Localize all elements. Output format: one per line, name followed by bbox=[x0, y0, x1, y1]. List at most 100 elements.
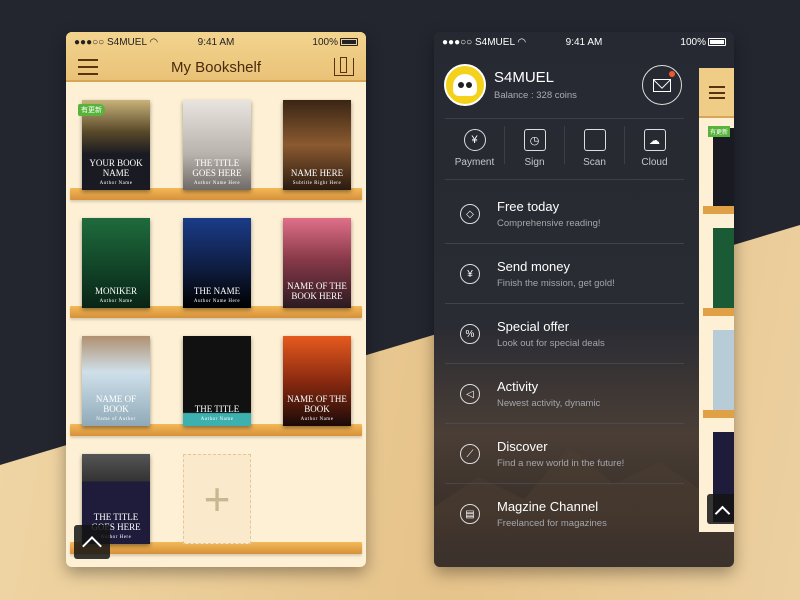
battery-icon bbox=[708, 37, 726, 46]
book-cover[interactable]: The Title Goes Here Author Name Here bbox=[183, 100, 251, 190]
scroll-top-button[interactable] bbox=[707, 494, 734, 524]
book-author: Author Name bbox=[99, 181, 133, 186]
quick-scan[interactable]: Scan bbox=[565, 126, 625, 168]
shelf-board bbox=[703, 410, 734, 418]
shelf: The Title Goes Here Author Here + bbox=[66, 436, 366, 554]
tag-icon: ◇ bbox=[460, 204, 480, 224]
mail-icon bbox=[653, 78, 671, 92]
battery-level: 100% bbox=[312, 36, 338, 48]
bookshelf-screen: ●●●○○ S4MUEL ◠ 9:41 AM 100% My Bookshelf… bbox=[66, 32, 366, 567]
battery-icon bbox=[340, 37, 358, 46]
page-title: My Bookshelf bbox=[170, 58, 262, 76]
menu-item-subtitle: Finish the mission, get gold! bbox=[497, 277, 615, 289]
money-bag-icon: ¥ bbox=[460, 264, 480, 284]
menu-item-title: Activity bbox=[497, 378, 539, 394]
calendar-clock-icon: ◷ bbox=[523, 129, 546, 151]
quick-cloud[interactable]: ☁ Cloud bbox=[625, 126, 684, 168]
book-author: Name of Author bbox=[96, 417, 136, 422]
ranking-icon[interactable] bbox=[333, 57, 354, 76]
add-book-button[interactable]: + bbox=[183, 454, 251, 544]
menu-item-title: Send money bbox=[497, 258, 570, 274]
percent-badge-icon: % bbox=[460, 324, 480, 344]
book-cover[interactable]: Name of Book Name of Author bbox=[82, 336, 150, 426]
menu-item-title: Magzine Channel bbox=[497, 499, 599, 514]
plus-icon: + bbox=[203, 473, 231, 525]
book-title: Your Book Name bbox=[89, 158, 143, 178]
book-cover[interactable]: The Title Author Name bbox=[183, 336, 251, 426]
book-title: The Title bbox=[194, 403, 240, 414]
book-title: Name Here bbox=[290, 167, 344, 178]
menu-screen: ●●●○○ S4MUEL ◠ 9:41 AM 100% 有更新 S4MUEL B… bbox=[434, 32, 734, 567]
menu-icon[interactable] bbox=[78, 59, 98, 75]
book-cover[interactable]: The Name Author Name Here bbox=[183, 218, 251, 308]
menu-item-discover[interactable]: ⟋ Discover Find a new world in the future! bbox=[445, 424, 684, 484]
balance: Balance : 328 coins bbox=[494, 90, 577, 101]
menu-item-subtitle: Newest activity, dynamic bbox=[497, 397, 601, 409]
update-badge: 有更新 bbox=[708, 126, 731, 137]
quick-label: Scan bbox=[583, 157, 606, 168]
menu-item-activity[interactable]: ◁ Activity Newest activity, dynamic bbox=[445, 364, 684, 424]
book-cover[interactable]: Moniker Author Name bbox=[82, 218, 150, 308]
menu-item-title: Free today bbox=[497, 198, 560, 214]
quick-label: Payment bbox=[454, 157, 495, 168]
book-cover bbox=[713, 228, 734, 308]
megaphone-icon: ◁ bbox=[460, 384, 480, 404]
menu-item-subtitle: Comprehensive reading! bbox=[497, 217, 601, 229]
book-author: Author Name Here bbox=[193, 181, 241, 186]
book-cover[interactable]: Name of the Book Here bbox=[283, 218, 351, 308]
quick-label: Cloud bbox=[641, 157, 668, 168]
shelf: Your Book Name Author Name The Title Goes … bbox=[66, 82, 366, 200]
profile[interactable]: S4MUEL Balance : 328 coins bbox=[444, 64, 577, 106]
status-bar: ●●●○○ S4MUEL ◠ 9:41 AM 100% bbox=[434, 32, 734, 52]
book-title: Name of Book bbox=[95, 394, 137, 414]
notification-dot bbox=[669, 71, 675, 77]
book-title: Moniker bbox=[95, 285, 137, 296]
scroll-top-button[interactable] bbox=[74, 525, 110, 559]
book-title: The Name bbox=[193, 285, 241, 296]
avatar[interactable] bbox=[444, 64, 486, 106]
book-cover bbox=[713, 330, 734, 410]
username: S4MUEL bbox=[494, 69, 555, 86]
book-title: The Title Goes Here bbox=[192, 158, 242, 178]
skull-icon bbox=[453, 74, 477, 96]
divider bbox=[445, 179, 684, 180]
signal-icon: ●●●○○ bbox=[442, 36, 473, 48]
book-cover[interactable]: Name Here Subtitle Right Here bbox=[283, 100, 351, 190]
status-bar: ●●●○○ S4MUEL ◠ 9:41 AM 100% bbox=[66, 32, 366, 52]
shelf: Moniker Author Name The Name Author Name He… bbox=[66, 200, 366, 318]
book-cover bbox=[713, 128, 734, 208]
menu-item-send-money[interactable]: ¥ Send money Finish the mission, get gold! bbox=[445, 244, 684, 304]
book-title: Name of the Book Here bbox=[287, 281, 347, 301]
quick-payment[interactable]: ¥ Payment bbox=[445, 126, 505, 168]
shelf-board bbox=[703, 206, 734, 214]
bookshelf-preview[interactable]: 有更新 bbox=[699, 68, 734, 532]
quick-sign[interactable]: ◷ Sign bbox=[505, 126, 565, 168]
book-cover[interactable]: Name of The Book Author Name bbox=[283, 336, 351, 426]
menu-item-free-today[interactable]: ◇ Free today Comprehensive reading! bbox=[445, 184, 684, 244]
menu-item-special-offer[interactable]: % Special offer Look out for special deals bbox=[445, 304, 684, 364]
menu-item-magzine-channel[interactable]: ▤ Magzine Channel Freelanced for magazines bbox=[445, 484, 684, 544]
messages-button[interactable] bbox=[642, 65, 682, 105]
wifi-icon: ◠ bbox=[149, 36, 159, 48]
book-author: Author Name bbox=[99, 299, 133, 304]
book-author: Author Name Here bbox=[193, 299, 241, 304]
menu-item-title: Discover bbox=[497, 438, 548, 454]
book-author: Author Name bbox=[300, 417, 334, 422]
menu-list: ◇ Free today Comprehensive reading! ¥ Send m… bbox=[445, 184, 684, 544]
menu-item-title: Special offer bbox=[497, 318, 570, 334]
quick-actions: ¥ Payment ◷ Sign Scan ☁ Cloud bbox=[445, 126, 684, 168]
shelf: Name of Book Name of Author The Title Autho… bbox=[66, 318, 366, 436]
book-author: Subtitle Right Here bbox=[292, 181, 342, 186]
yen-circle-icon: ¥ bbox=[463, 129, 486, 151]
divider bbox=[445, 118, 684, 119]
cloud-icon: ☁ bbox=[643, 129, 666, 151]
update-badge: 有更新 bbox=[78, 104, 105, 116]
menu-item-subtitle: Find a new world in the future! bbox=[497, 457, 625, 469]
menu-icon bbox=[709, 86, 725, 99]
newspaper-icon: ▤ bbox=[460, 504, 480, 524]
menu-item-subtitle: Look out for special deals bbox=[497, 337, 605, 349]
battery-level: 100% bbox=[680, 36, 706, 48]
shelf-board bbox=[703, 308, 734, 316]
book-title: Name of The Book bbox=[287, 394, 347, 414]
quick-label: Sign bbox=[524, 157, 545, 168]
